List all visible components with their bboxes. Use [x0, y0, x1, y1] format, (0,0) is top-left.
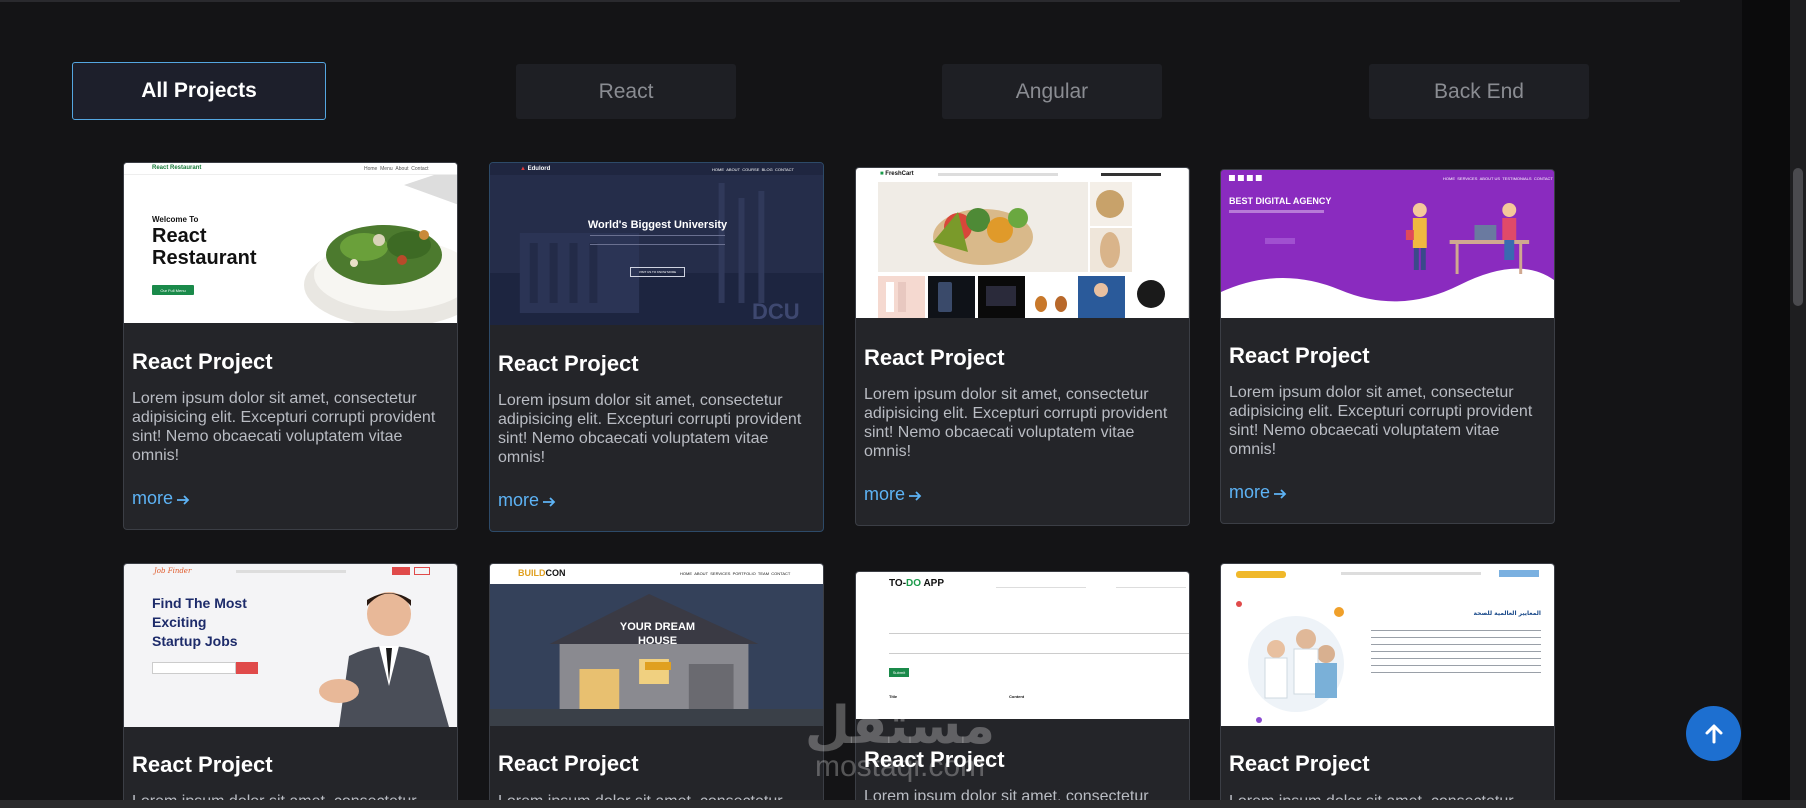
project-title: React Project — [864, 345, 1005, 370]
arrow-right-icon — [909, 491, 922, 501]
thumb-title-input — [889, 624, 1189, 634]
thumb-icons — [1101, 173, 1161, 176]
more-link[interactable]: more — [498, 490, 557, 511]
more-link[interactable]: more — [1229, 482, 1288, 503]
arrow-up-icon — [1705, 724, 1722, 743]
thumb-nav: HOME ABOUT COURSE BLOG CONTACT — [712, 167, 795, 172]
thumb-search-content — [1116, 582, 1186, 588]
thumb-brand: BUILDCON — [518, 568, 566, 578]
project-card: Job Finder Find The Most Exciting Startu… — [123, 563, 458, 808]
project-title: React Project — [498, 351, 639, 376]
project-thumbnail[interactable]: TO-DO APP Submit Title Content — [856, 572, 1189, 719]
filter-tab-all-projects[interactable]: All Projects — [72, 62, 326, 120]
project-thumbnail[interactable]: ▲ Edulord HOME ABOUT COURSE BLOG CONTACT… — [490, 163, 823, 325]
project-thumbnail[interactable]: BUILDCON HOME ABOUT SERVICES PORTFOLIO T… — [490, 564, 823, 726]
businessman-image — [319, 592, 449, 727]
page-gutter — [1742, 0, 1790, 808]
thumb-heading: World's Biggest University — [587, 219, 728, 231]
thumb-cta — [1236, 571, 1286, 578]
more-link[interactable]: more — [132, 488, 191, 509]
thumb-nav — [236, 570, 346, 573]
thumb-col-title: Title — [889, 694, 898, 699]
arrow-right-icon — [543, 497, 556, 507]
arrow-right-icon — [177, 495, 190, 505]
thumb-nav — [1341, 572, 1481, 575]
project-card: ▲ Edulord HOME ABOUT COURSE BLOG CONTACT… — [489, 162, 824, 532]
thumb-brand: ▲ Edulord — [520, 166, 551, 172]
thumb-brand: Job Finder — [154, 567, 192, 575]
project-thumbnail[interactable]: React Restaurant Home Menu About Contact… — [124, 163, 457, 323]
thumb-button — [645, 662, 671, 670]
thumb-logo — [1499, 570, 1539, 577]
top-divider — [0, 0, 1680, 2]
thumb-nav: HOME SERVICES ABOUT US TESTIMONIALS CONT… — [1443, 176, 1553, 181]
project-thumbnail[interactable]: BEST DIGITAL AGENCY HOME SERVICES ABOUT … — [1221, 170, 1554, 318]
filter-tab-react[interactable]: React — [516, 64, 736, 119]
project-title: React Project — [132, 752, 273, 777]
thumb-nav — [938, 173, 1058, 176]
more-link[interactable]: more — [864, 484, 923, 505]
thumb-subtext — [590, 235, 725, 245]
scrollbar-thumb[interactable] — [1793, 168, 1803, 306]
thumb-brand: ■ FreshCart — [880, 171, 914, 177]
thumb-body-text — [1371, 626, 1541, 678]
project-thumbnail[interactable]: ■ FreshCart — [856, 168, 1189, 318]
doctors-image — [1236, 601, 1344, 723]
thumb-col-content: Content — [1009, 694, 1025, 699]
grocery-image — [878, 182, 1175, 318]
thumb-heading: YOUR DREAM HOUSE — [619, 621, 696, 647]
arrow-right-icon — [1274, 489, 1287, 499]
project-description: Lorem ipsum dolor sit amet, consectetur … — [132, 390, 436, 464]
thumb-button: Submit — [889, 668, 909, 677]
agency-illustration — [1221, 170, 1554, 318]
thumb-heading: Find The Most Exciting Startup Jobs — [152, 595, 247, 649]
thumb-search-button — [236, 662, 258, 674]
thumb-heading: BEST DIGITAL AGENCY — [1229, 196, 1332, 206]
thumb-search — [152, 662, 236, 674]
project-card: ■ FreshCart React Project Lorem ipsum do… — [855, 167, 1190, 526]
project-description: Lorem ipsum dolor sit amet, consectetur … — [1229, 384, 1533, 458]
thumb-nav: Home Menu About Contact — [364, 166, 429, 172]
project-card: BEST DIGITAL AGENCY HOME SERVICES ABOUT … — [1220, 169, 1555, 524]
filter-tab-back-end[interactable]: Back End — [1369, 64, 1589, 119]
thumb-heading: المعايير العالمية للصحة — [1473, 610, 1541, 617]
project-title: React Project — [132, 349, 273, 374]
thumb-mark: DCU — [752, 299, 800, 324]
thumb-login — [414, 567, 430, 575]
thumb-register — [392, 567, 410, 575]
project-card: TO-DO APP Submit Title Content React Pro… — [855, 571, 1190, 808]
scroll-to-top-button[interactable] — [1686, 706, 1741, 761]
project-title: React Project — [1229, 343, 1370, 368]
thumb-subtext — [1229, 210, 1324, 213]
project-title: React Project — [1229, 751, 1370, 776]
thumb-button: VISIT US TO KNOW MORE — [630, 267, 685, 277]
project-thumbnail[interactable]: Job Finder Find The Most Exciting Startu… — [124, 564, 457, 727]
project-title: React Project — [498, 751, 639, 776]
filter-tab-angular[interactable]: Angular — [942, 64, 1162, 119]
project-description: Lorem ipsum dolor sit amet, consectetur … — [864, 386, 1168, 460]
scrollbar-track[interactable] — [1790, 0, 1806, 808]
thumb-heading: React Restaurant — [152, 225, 257, 269]
project-card: React Restaurant Home Menu About Contact… — [123, 162, 458, 530]
bottom-bar — [0, 800, 1806, 808]
project-card: BUILDCON HOME ABOUT SERVICES PORTFOLIO T… — [489, 563, 824, 808]
thumb-brand: TO-DO APP — [889, 578, 945, 589]
thumb-brand: React Restaurant — [152, 165, 202, 171]
project-title: React Project — [864, 747, 1005, 772]
project-card: المعايير العالمية للصحة React Project Lo… — [1220, 563, 1555, 808]
project-thumbnail[interactable]: المعايير العالمية للصحة — [1221, 564, 1554, 726]
thumb-content-input — [889, 644, 1189, 654]
thumb-nav: HOME ABOUT SERVICES PORTFOLIO TEAM CONTA… — [680, 571, 791, 576]
thumb-search-title — [996, 582, 1086, 588]
project-description: Lorem ipsum dolor sit amet, consectetur … — [498, 392, 802, 466]
thumb-button: Our Full Menu — [152, 285, 194, 295]
thumb-welcome: Welcome To — [152, 215, 199, 224]
thumb-watch-button — [1265, 238, 1295, 244]
thumb-scrollbar — [1188, 168, 1189, 318]
salad-image — [304, 175, 457, 323]
